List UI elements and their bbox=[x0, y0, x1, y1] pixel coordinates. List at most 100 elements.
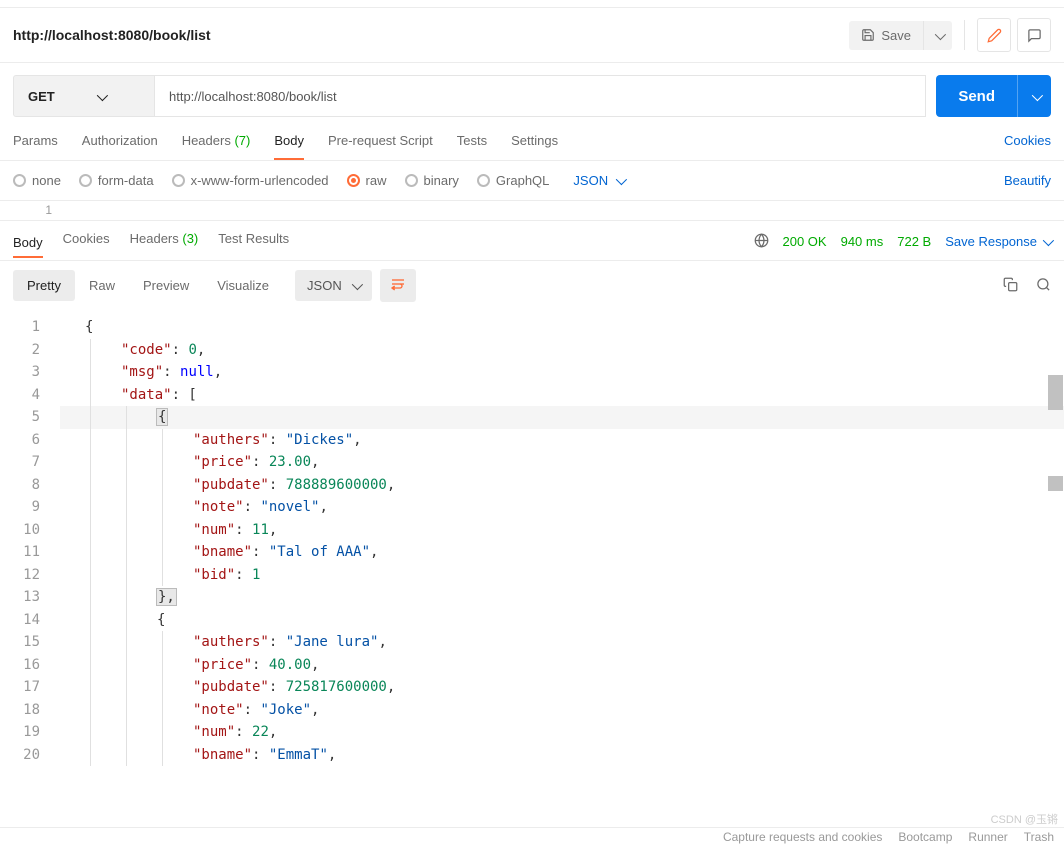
code-line: 9"note": "novel", bbox=[0, 496, 1064, 519]
code-line: 16"price": 40.00, bbox=[0, 654, 1064, 677]
response-time: 940 ms bbox=[841, 234, 884, 249]
save-icon bbox=[861, 28, 875, 42]
response-format-select[interactable]: JSON bbox=[295, 270, 372, 301]
wrap-icon bbox=[390, 277, 406, 291]
view-raw[interactable]: Raw bbox=[75, 270, 129, 301]
send-dropdown[interactable] bbox=[1017, 75, 1051, 117]
resp-tab-cookies[interactable]: Cookies bbox=[63, 231, 110, 252]
save-dropdown[interactable] bbox=[923, 21, 952, 50]
request-title: http://localhost:8080/book/list bbox=[13, 27, 849, 43]
search-icon bbox=[1036, 277, 1051, 292]
request-body-editor[interactable]: 1 bbox=[0, 201, 1064, 221]
body-format-select[interactable]: JSON bbox=[573, 173, 624, 188]
code-line: 11"bname": "Tal of AAA", bbox=[0, 541, 1064, 564]
code-line: 20"bname": "EmmaT", bbox=[0, 744, 1064, 767]
method-label: GET bbox=[28, 89, 55, 104]
send-button[interactable]: Send bbox=[936, 75, 1017, 117]
response-code[interactable]: 1{2"code": 0,3"msg": null,4"data": [5{6"… bbox=[0, 310, 1064, 766]
status-code: 200 OK bbox=[783, 234, 827, 249]
tab-settings[interactable]: Settings bbox=[511, 133, 558, 160]
scrollbar-thumb[interactable] bbox=[1048, 476, 1063, 491]
scrollbar-thumb[interactable] bbox=[1048, 375, 1063, 410]
radio-icon bbox=[13, 174, 26, 187]
chevron-down-icon bbox=[95, 89, 105, 104]
watermark: CSDN @玉锵 bbox=[991, 811, 1058, 827]
tab-headers[interactable]: Headers (7) bbox=[182, 133, 251, 160]
code-line: 3"msg": null, bbox=[0, 361, 1064, 384]
chevron-down-icon bbox=[614, 173, 624, 188]
radio-icon bbox=[405, 174, 418, 187]
body-type-row: none form-data x-www-form-urlencoded raw… bbox=[0, 161, 1064, 201]
code-line: 18"note": "Joke", bbox=[0, 699, 1064, 722]
code-line: 5{ bbox=[0, 406, 1064, 429]
divider bbox=[964, 20, 965, 50]
resp-tab-headers[interactable]: Headers (3) bbox=[130, 231, 199, 252]
tab-prerequest[interactable]: Pre-request Script bbox=[328, 133, 433, 160]
tab-authorization[interactable]: Authorization bbox=[82, 133, 158, 160]
footer: Capture requests and cookies Bootcamp Ru… bbox=[0, 827, 1064, 845]
header-row: http://localhost:8080/book/list Save bbox=[0, 8, 1064, 63]
globe-icon[interactable] bbox=[754, 233, 769, 251]
radio-formdata[interactable]: form-data bbox=[79, 173, 154, 188]
code-line: 7"price": 23.00, bbox=[0, 451, 1064, 474]
wrap-button[interactable] bbox=[380, 269, 416, 302]
search-button[interactable] bbox=[1036, 277, 1051, 295]
view-visualize[interactable]: Visualize bbox=[203, 270, 283, 301]
footer-bootcamp[interactable]: Bootcamp bbox=[898, 830, 952, 844]
radio-icon bbox=[79, 174, 92, 187]
code-line: 17"pubdate": 725817600000, bbox=[0, 676, 1064, 699]
code-line: 14{ bbox=[0, 609, 1064, 632]
tab-params[interactable]: Params bbox=[13, 133, 58, 160]
code-line: 1{ bbox=[0, 316, 1064, 339]
chevron-down-icon bbox=[933, 28, 943, 43]
copy-button[interactable] bbox=[1003, 277, 1018, 295]
footer-capture[interactable]: Capture requests and cookies bbox=[723, 830, 882, 844]
request-tabs: Params Authorization Headers (7) Body Pr… bbox=[0, 117, 1064, 161]
response-tabs: Body Cookies Headers (3) Test Results 20… bbox=[0, 221, 1064, 261]
code-line: 15"authers": "Jane lura", bbox=[0, 631, 1064, 654]
save-button[interactable]: Save bbox=[849, 21, 923, 50]
copy-icon bbox=[1003, 277, 1018, 292]
comment-button[interactable] bbox=[1017, 18, 1051, 52]
save-label: Save bbox=[881, 28, 911, 43]
code-line: 13}, bbox=[0, 586, 1064, 609]
resp-tab-body[interactable]: Body bbox=[13, 235, 43, 258]
radio-urlencoded[interactable]: x-www-form-urlencoded bbox=[172, 173, 329, 188]
tab-tests[interactable]: Tests bbox=[457, 133, 487, 160]
edit-button[interactable] bbox=[977, 18, 1011, 52]
tab-body[interactable]: Body bbox=[274, 133, 304, 160]
method-select[interactable]: GET bbox=[13, 75, 155, 117]
radio-graphql[interactable]: GraphQL bbox=[477, 173, 549, 188]
radio-none[interactable]: none bbox=[13, 173, 61, 188]
comment-icon bbox=[1027, 28, 1042, 43]
cookies-link[interactable]: Cookies bbox=[1004, 133, 1051, 160]
resp-tab-tests[interactable]: Test Results bbox=[218, 231, 289, 252]
radio-raw[interactable]: raw bbox=[347, 173, 387, 188]
beautify-link[interactable]: Beautify bbox=[1004, 173, 1051, 188]
radio-binary[interactable]: binary bbox=[405, 173, 459, 188]
chevron-down-icon bbox=[1041, 234, 1051, 249]
radio-icon bbox=[477, 174, 490, 187]
code-line: 2"code": 0, bbox=[0, 339, 1064, 362]
chevron-down-icon bbox=[1030, 89, 1040, 104]
line-number: 1 bbox=[0, 201, 60, 220]
pencil-icon bbox=[987, 28, 1002, 43]
response-size: 722 B bbox=[897, 234, 931, 249]
view-preview[interactable]: Preview bbox=[129, 270, 203, 301]
code-line: 10"num": 11, bbox=[0, 519, 1064, 542]
view-row: Pretty Raw Preview Visualize JSON bbox=[0, 261, 1064, 310]
radio-icon bbox=[172, 174, 185, 187]
url-input[interactable] bbox=[155, 75, 926, 117]
footer-runner[interactable]: Runner bbox=[968, 830, 1007, 844]
footer-trash[interactable]: Trash bbox=[1024, 830, 1054, 844]
chevron-down-icon bbox=[350, 278, 360, 293]
save-response-link[interactable]: Save Response bbox=[945, 234, 1051, 249]
code-line: 8"pubdate": 788889600000, bbox=[0, 474, 1064, 497]
save-group: Save bbox=[849, 21, 952, 50]
code-line: 12"bid": 1 bbox=[0, 564, 1064, 587]
view-pretty[interactable]: Pretty bbox=[13, 270, 75, 301]
code-line: 6"authers": "Dickes", bbox=[0, 429, 1064, 452]
code-line: 4"data": [ bbox=[0, 384, 1064, 407]
request-row: GET Send bbox=[0, 63, 1064, 117]
code-line: 19"num": 22, bbox=[0, 721, 1064, 744]
